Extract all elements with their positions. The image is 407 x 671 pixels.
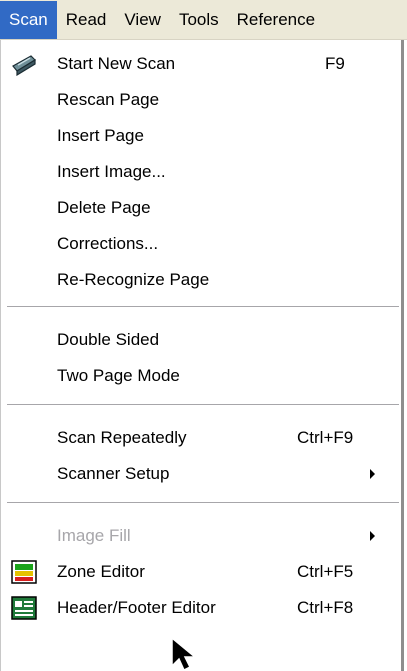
start-new-scan-shortcut: F9: [325, 54, 345, 73]
menu-item-delete-page[interactable]: Delete Page: [1, 190, 401, 226]
menu-item-scan-repeatedly[interactable]: Scan Repeatedly Ctrl+F9: [1, 420, 401, 456]
two-page-mode-label: Two Page Mode: [57, 366, 180, 385]
corrections-label: Corrections...: [57, 234, 159, 253]
menu-item-double-sided[interactable]: Double Sided: [1, 322, 401, 358]
header-footer-editor-icon: [11, 596, 37, 620]
menu-item-header-footer-editor[interactable]: Header/Footer Editor Ctrl+F8: [1, 590, 401, 626]
menu-separator: [7, 502, 399, 504]
zone-editor-shortcut: Ctrl+F5: [297, 562, 354, 581]
menu-item-corrections[interactable]: Corrections...: [1, 226, 401, 262]
menu-item-image-fill: Image Fill: [1, 518, 401, 554]
menu-scan[interactable]: Scan: [0, 0, 57, 39]
scan-repeatedly-shortcut: Ctrl+F9: [297, 428, 354, 447]
menu-item-insert-page[interactable]: Insert Page: [1, 118, 401, 154]
menu-reference[interactable]: Reference: [228, 1, 324, 39]
start-new-scan-label: Start New Scan: [57, 54, 176, 73]
zone-editor-icon: [11, 560, 37, 584]
menu-read[interactable]: Read: [57, 1, 116, 39]
menu-item-re-recognize-page[interactable]: Re-Recognize Page: [1, 262, 401, 298]
submenu-arrow-icon: [370, 531, 375, 541]
menu-separator: [7, 306, 399, 308]
menu-item-two-page-mode[interactable]: Two Page Mode: [1, 358, 401, 394]
insert-image-label: Insert Image...: [57, 162, 166, 181]
header-footer-editor-label: Header/Footer Editor: [57, 598, 216, 617]
rescan-page-label: Rescan Page: [57, 90, 160, 109]
scanner-setup-label: Scanner Setup: [57, 464, 170, 483]
menu-item-start-new-scan[interactable]: Start New Scan F9: [1, 46, 401, 82]
delete-page-label: Delete Page: [57, 198, 151, 217]
menu-bar: Scan Read View Tools Reference: [0, 0, 407, 40]
header-footer-editor-shortcut: Ctrl+F8: [297, 598, 354, 617]
scanner-icon: [12, 55, 36, 76]
menu-item-scanner-setup[interactable]: Scanner Setup: [1, 456, 401, 492]
image-fill-label: Image Fill: [57, 526, 131, 545]
scan-dropdown-menu: Start New Scan F9 Rescan Page Insert Pag…: [0, 40, 404, 671]
scan-repeatedly-label: Scan Repeatedly: [57, 428, 187, 447]
menu-item-insert-image[interactable]: Insert Image...: [1, 154, 401, 190]
menu-separator: [7, 404, 399, 406]
menu-view[interactable]: View: [115, 1, 170, 39]
double-sided-label: Double Sided: [57, 330, 160, 349]
mouse-pointer-icon: [171, 636, 198, 671]
menu-tools[interactable]: Tools: [170, 1, 228, 39]
menu-item-zone-editor[interactable]: Zone Editor Ctrl+F5: [1, 554, 401, 590]
menu-item-rescan-page[interactable]: Rescan Page: [1, 82, 401, 118]
re-recognize-page-label: Re-Recognize Page: [57, 270, 210, 289]
zone-editor-label: Zone Editor: [57, 562, 145, 581]
submenu-arrow-icon: [370, 469, 375, 479]
insert-page-label: Insert Page: [57, 126, 144, 145]
